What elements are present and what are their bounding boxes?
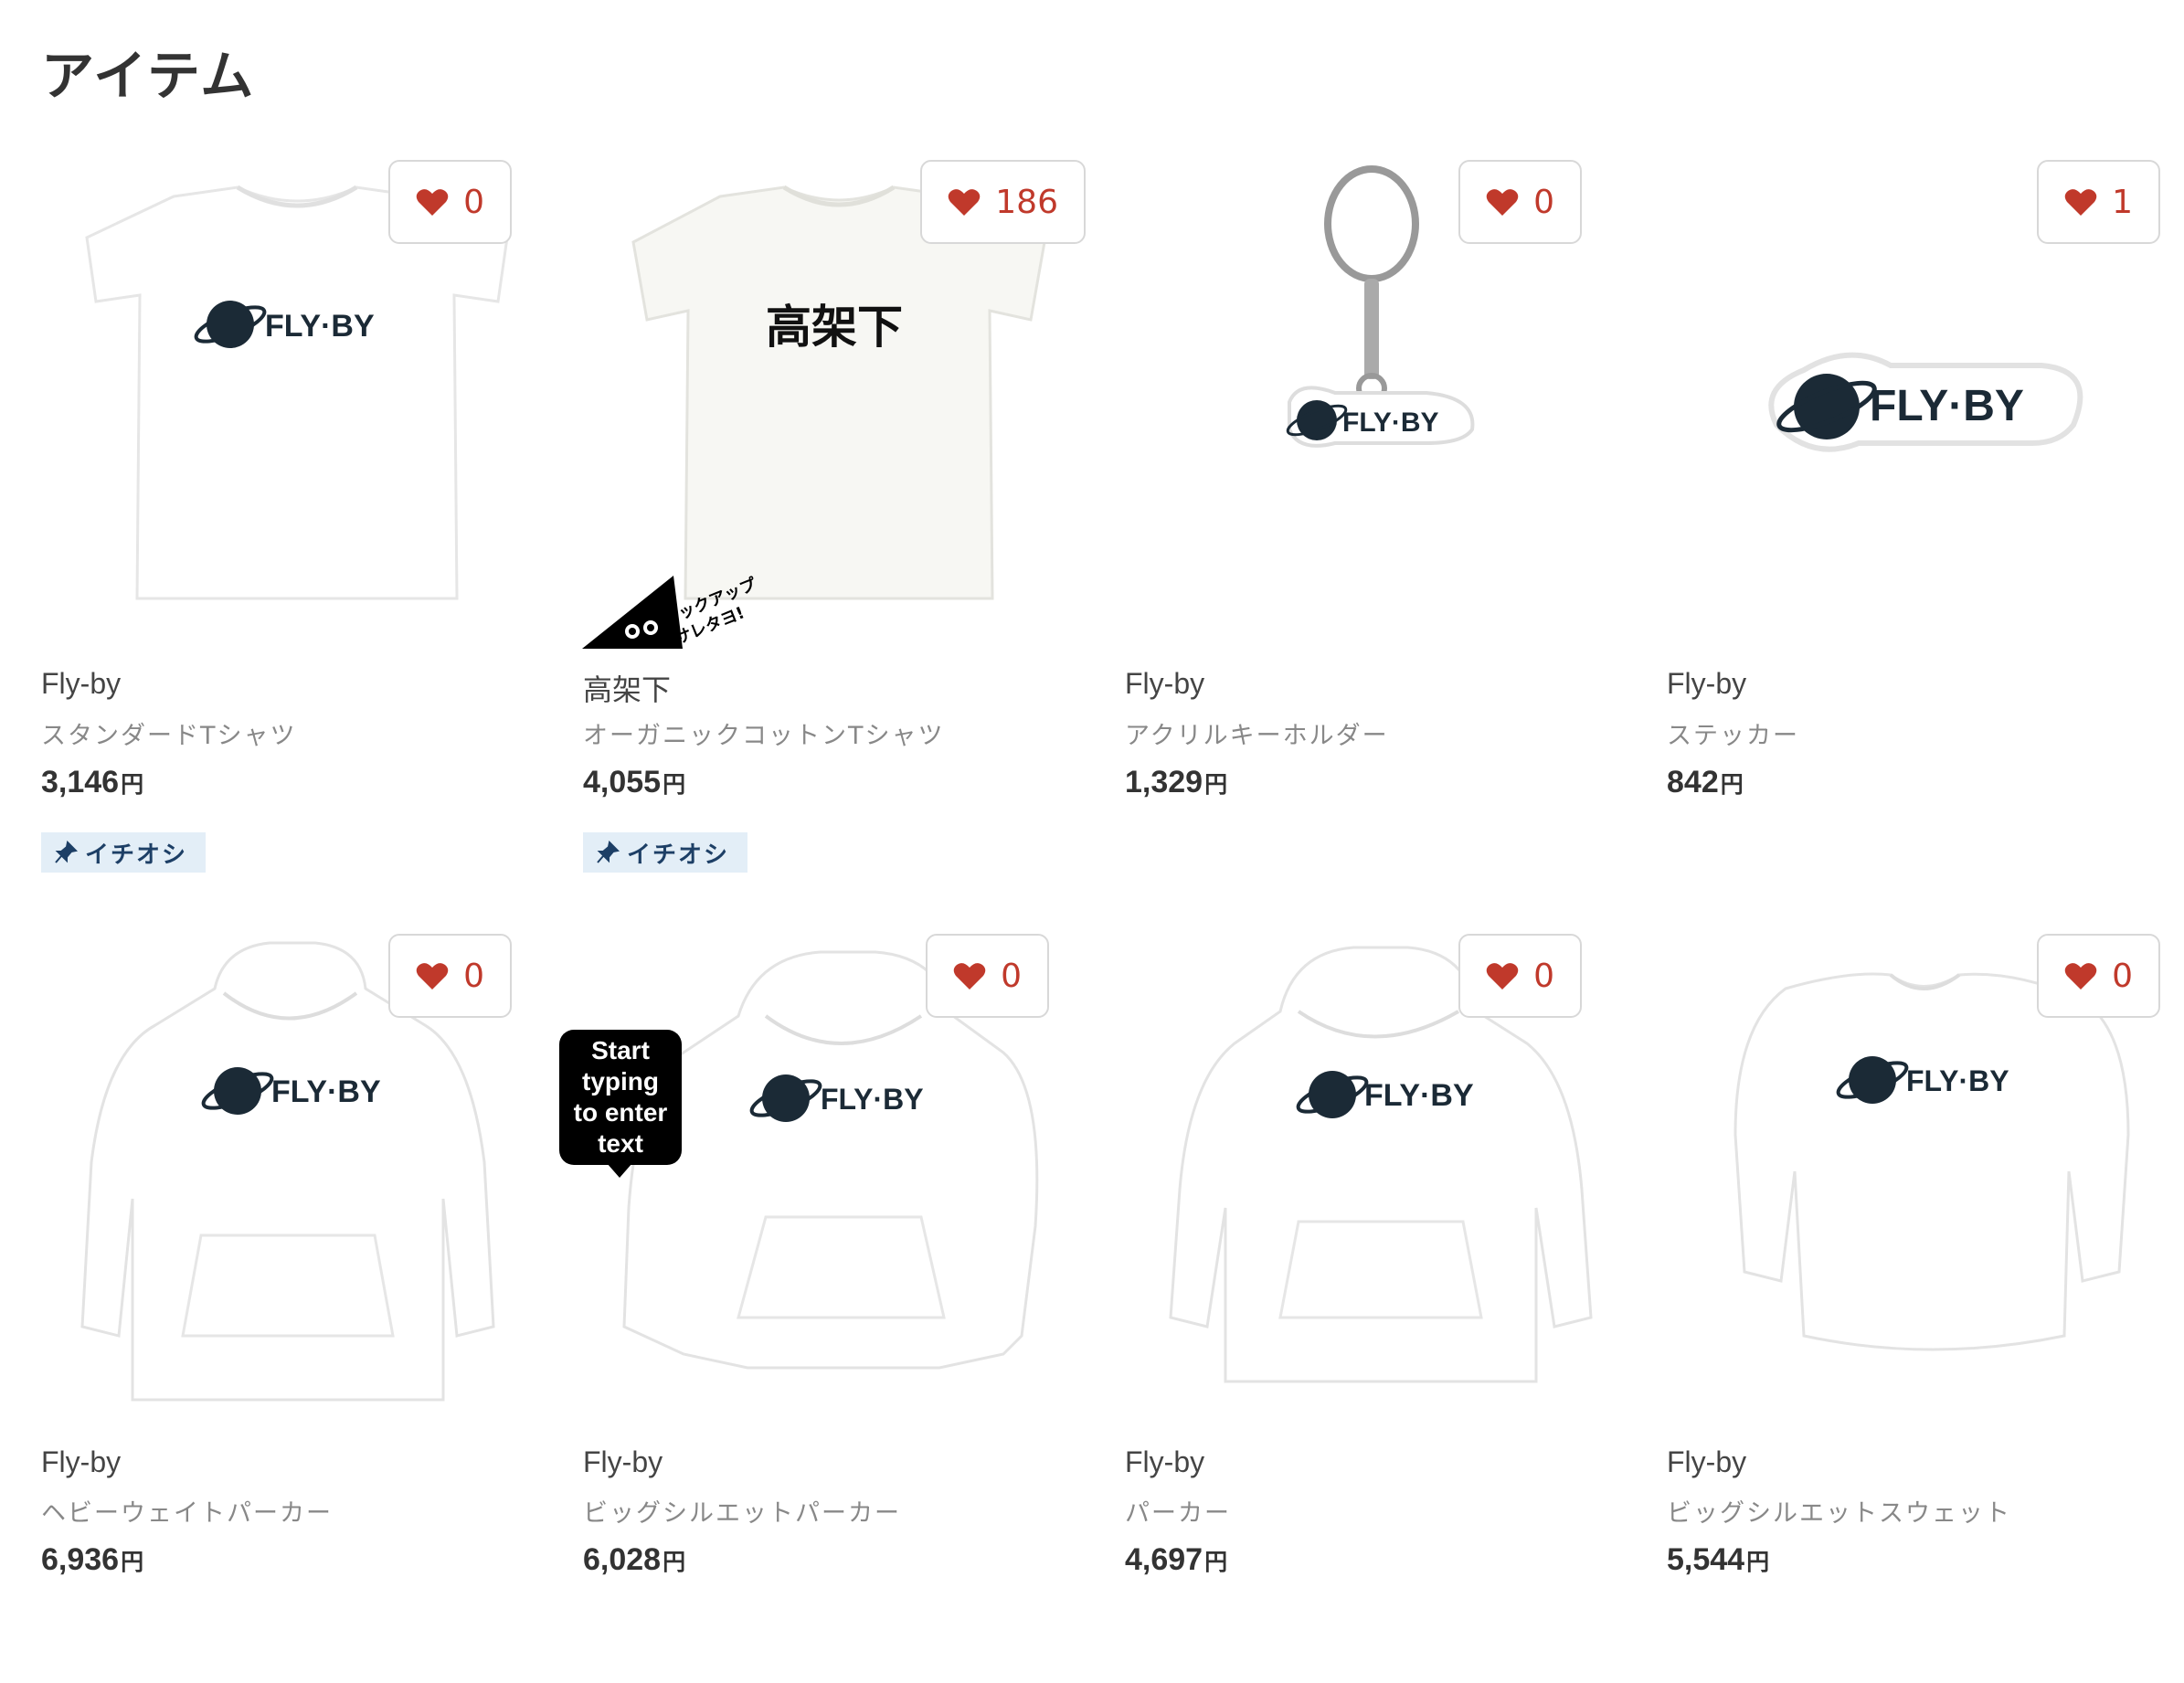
like-count: 186 [995, 183, 1058, 221]
like-count: 0 [463, 183, 484, 221]
product-type[interactable]: アクリルキーホルダー [1125, 715, 1389, 751]
item-card[interactable]: FLY·BY 1 Fly-by ステッカー 842円 [1667, 160, 2179, 909]
shop-name[interactable]: Fly-by [41, 667, 121, 701]
product-type[interactable]: ヘビーウェイトパーカー [41, 1493, 333, 1529]
like-count: 0 [1533, 957, 1554, 995]
heart-icon [1486, 189, 1519, 216]
shop-name[interactable]: Fly-by [1125, 667, 1204, 701]
like-button[interactable]: 0 [926, 934, 1049, 1018]
price: 4,055円 [583, 765, 686, 799]
pick-badge: イチオシ [41, 832, 207, 873]
typing-tooltip: Start typing to enter text [559, 1030, 682, 1178]
heart-icon [2064, 963, 2097, 990]
like-count: 1 [2112, 183, 2133, 221]
product-type[interactable]: ビッグシルエットパーカー [583, 1493, 901, 1529]
heart-icon [2064, 189, 2097, 216]
like-count: 0 [1001, 957, 1022, 995]
price: 3,146円 [41, 765, 144, 799]
shop-name[interactable]: Fly-by [1667, 1445, 1746, 1479]
shop-name[interactable]: Fly-by [1667, 667, 1746, 701]
price: 4,697円 [1125, 1542, 1228, 1577]
shop-name[interactable]: 高架下 [583, 667, 671, 709]
item-card[interactable]: FLY·BY 0 Fly-by パーカー 4,697円 [1125, 934, 1637, 1683]
pickup-ribbon: ピックアップ サレタヨ! [582, 574, 756, 649]
product-type[interactable]: スタンダードTシャツ [41, 715, 297, 751]
product-type[interactable]: ステッカー [1667, 715, 1799, 751]
like-button[interactable]: 0 [388, 934, 512, 1018]
item-card[interactable]: 高架下 186 高架下 オーガニックコットンTシャツ 4,055円 イチオシ [583, 160, 1095, 909]
like-count: 0 [2112, 957, 2133, 995]
price: 1,329円 [1125, 765, 1228, 799]
like-button[interactable]: 186 [920, 160, 1086, 244]
price: 6,936円 [41, 1542, 144, 1577]
like-button[interactable]: 1 [2037, 160, 2160, 244]
price: 842円 [1667, 765, 1744, 799]
like-button[interactable]: 0 [388, 160, 512, 244]
item-grid: FLY·BY 0 Fly-by スタンダードTシャツ 3,146円 イチオシ 高… [0, 0, 2184, 1606]
item-card[interactable]: FLY·BY 0 Fly-by ヘビーウェイトパーカー 6,936円 [41, 934, 553, 1683]
pin-icon [55, 841, 78, 863]
like-button[interactable]: 0 [1458, 160, 1582, 244]
print-text: FLY·BY [1906, 1064, 2009, 1097]
item-card[interactable]: FLY·BY 0 Fly-by スタンダードTシャツ 3,146円 イチオシ [41, 160, 553, 909]
like-count: 0 [1533, 183, 1554, 221]
item-card[interactable]: FLY·BY 0 Fly-by アクリルキーホルダー 1,329円 [1125, 160, 1637, 909]
print-text: 高架下 [766, 301, 903, 354]
item-card[interactable]: FLY·BY 0 Fly-by ビッグシルエットスウェット 5,544円 [1667, 934, 2179, 1683]
print-text: FLY·BY [1342, 408, 1439, 438]
like-button[interactable]: 0 [2037, 934, 2160, 1018]
shop-name[interactable]: Fly-by [1125, 1445, 1204, 1479]
product-type[interactable]: ビッグシルエットスウェット [1667, 1493, 2011, 1529]
price: 5,544円 [1667, 1542, 1770, 1577]
product-type[interactable]: パーカー [1125, 1493, 1231, 1529]
pin-icon [597, 841, 620, 863]
like-button[interactable]: 0 [1458, 934, 1582, 1018]
print-text: FLY·BY [271, 1074, 381, 1109]
print-text: FLY·BY [1364, 1078, 1474, 1113]
like-count: 0 [463, 957, 484, 995]
heart-icon [1486, 963, 1519, 990]
print-text: FLY·BY [265, 309, 375, 344]
price: 6,028円 [583, 1542, 686, 1577]
heart-icon [953, 963, 986, 990]
pick-badge: イチオシ [583, 832, 748, 873]
print-text: FLY·BY [1870, 382, 2024, 430]
heart-icon [416, 189, 449, 216]
print-text: FLY·BY [821, 1083, 924, 1116]
heart-icon [416, 963, 449, 990]
product-type[interactable]: オーガニックコットンTシャツ [583, 715, 945, 751]
shop-name[interactable]: Fly-by [41, 1445, 121, 1479]
shop-name[interactable]: Fly-by [583, 1445, 663, 1479]
heart-icon [949, 189, 981, 216]
